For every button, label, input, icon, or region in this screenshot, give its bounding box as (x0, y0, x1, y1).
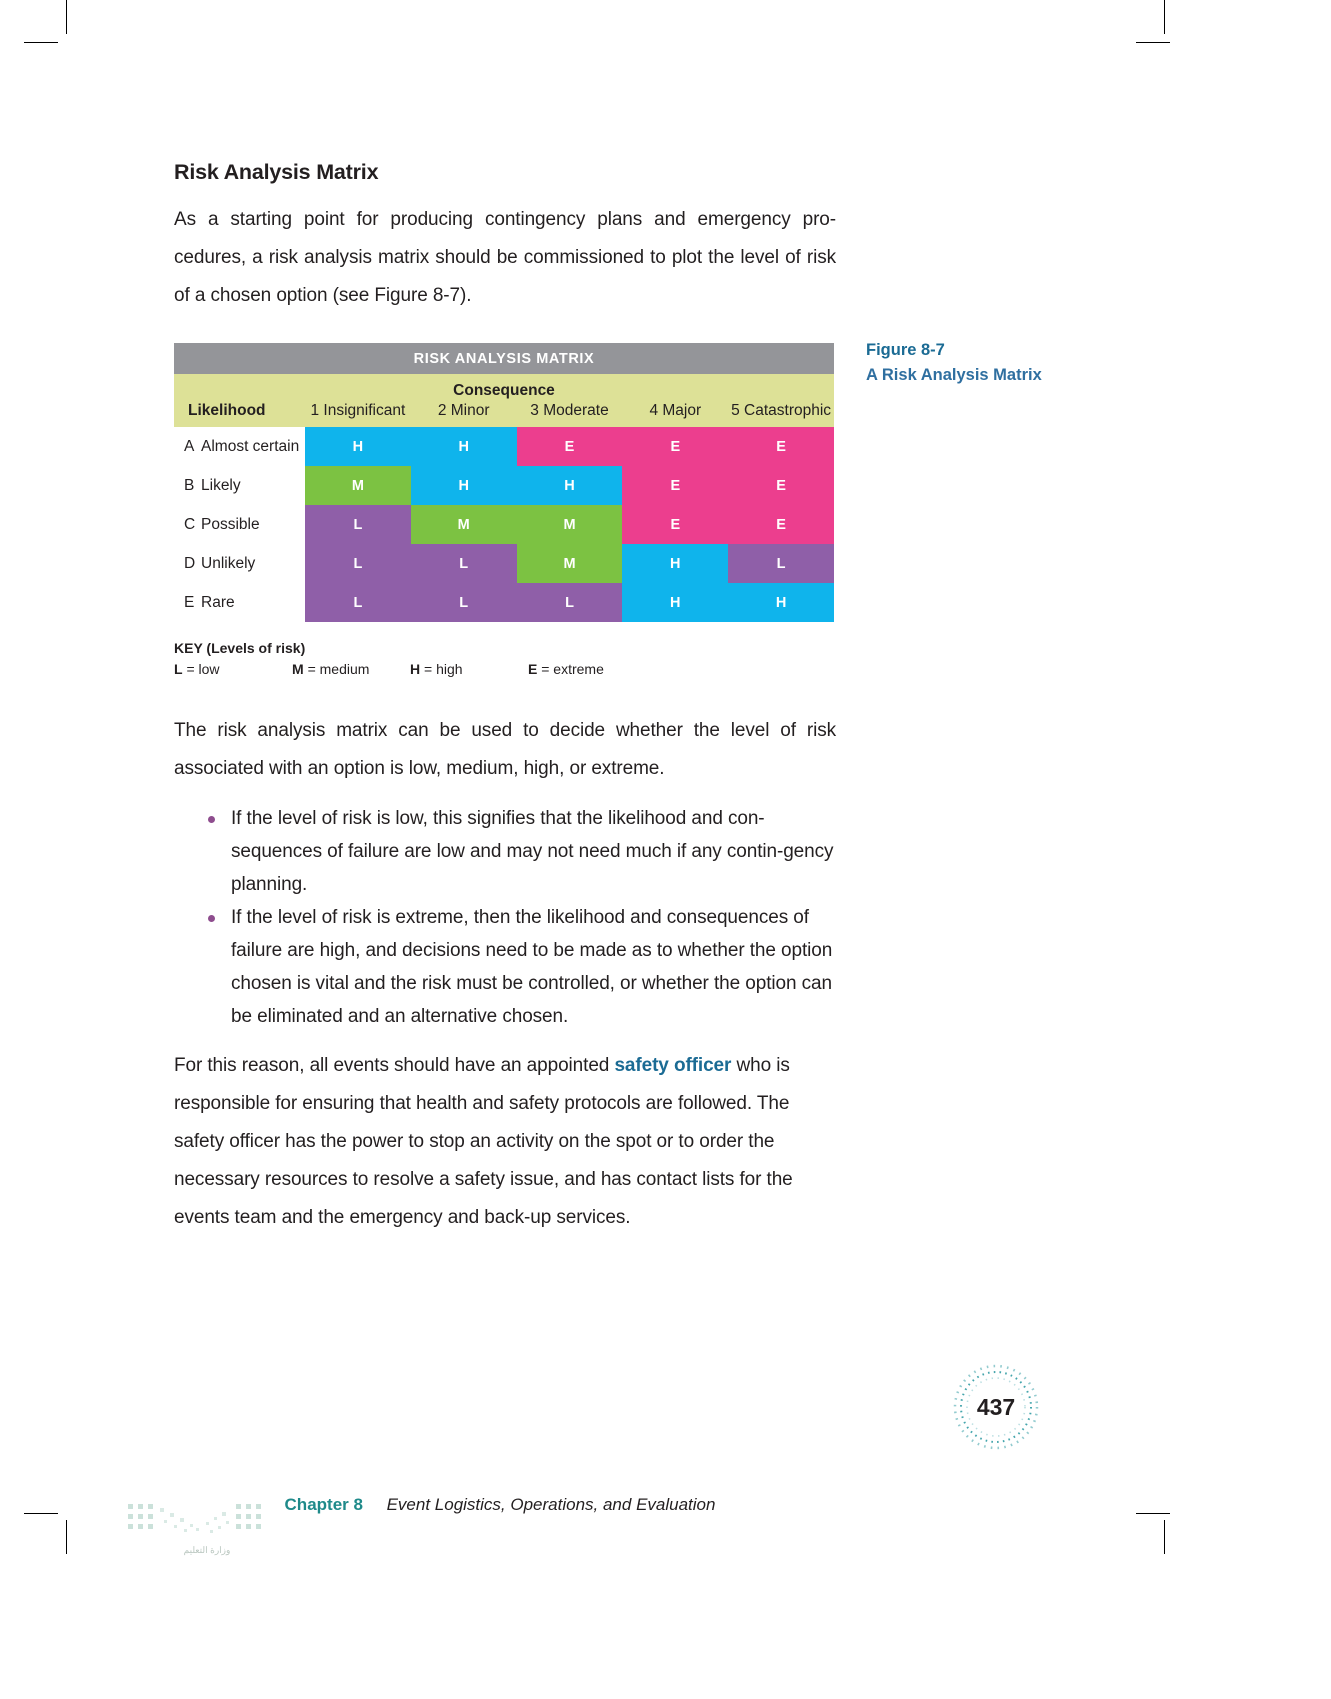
matrix-cell: H (622, 544, 729, 583)
key-text-extreme: = extreme (541, 661, 604, 677)
matrix-row-name: Almost certain (201, 437, 300, 455)
page: Risk Analysis Matrix As a starting point… (0, 0, 1331, 1699)
key-items-row: L = low M = medium H = high E = extreme (174, 661, 836, 677)
matrix-row-label: B Likely (174, 466, 305, 505)
page-footer: Chapter 8 Event Logistics, Operations, a… (0, 1495, 1331, 1555)
paragraph-text-after-keyword: who is responsible for ensuring that hea… (174, 1055, 793, 1228)
matrix-cell: H (622, 583, 729, 622)
matrix-row-label: D Unlikely (174, 544, 305, 583)
column-header-1: 1 Insignificant (310, 402, 406, 419)
key-text-medium: = medium (307, 661, 370, 677)
matrix-banner-title: RISK ANALYSIS MATRIX (174, 343, 834, 374)
risk-level-bullet-list: If the level of risk is low, this signif… (174, 802, 836, 1033)
matrix-row-letter: D (184, 554, 196, 572)
matrix-row-name: Rare (201, 593, 235, 611)
matrix-cell: E (622, 505, 729, 544)
matrix-cell: L (410, 544, 517, 583)
key-title: KEY (Levels of risk) (174, 640, 306, 656)
figure-caption: Figure 8-7 A Risk Analysis Matrix (866, 338, 1046, 388)
matrix-row-name: Unlikely (201, 554, 256, 572)
key-item-extreme: E = extreme (528, 661, 646, 677)
lower-body-block: The risk analysis matrix can be used to … (174, 712, 836, 1245)
key-symbol-low: L (174, 661, 183, 677)
matrix-column-header-row: Likelihood 1 Insignificant 2 Minor 3 Mod… (174, 402, 834, 427)
matrix-cell: L (516, 583, 623, 622)
matrix-cell: H (410, 427, 517, 466)
matrix-cell: E (516, 427, 623, 466)
matrix-row-label: A Almost certain (174, 427, 305, 466)
matrix-cell: L (728, 544, 834, 583)
column-header-3: 3 Moderate (530, 402, 609, 419)
column-header-4: 4 Major (649, 402, 702, 419)
footer-text: Chapter 8 Event Logistics, Operations, a… (0, 1495, 1000, 1515)
key-symbol-extreme: E (528, 661, 538, 677)
matrix-cell: E (622, 466, 729, 505)
matrix-cell: E (728, 427, 834, 466)
matrix-cell: H (410, 466, 517, 505)
intro-paragraph: As a starting point for producing contin… (174, 209, 836, 306)
paragraph-after-figure: The risk analysis matrix can be used to … (174, 720, 836, 779)
matrix-cell: L (305, 505, 411, 544)
figure-caption-text: A Risk Analysis Matrix (866, 366, 1042, 384)
matrix-row-label: E Rare (174, 583, 305, 622)
matrix-cell: H (305, 427, 411, 466)
matrix-row-letter: A (184, 437, 195, 455)
matrix-row-name: Likely (201, 476, 241, 494)
key-item-high: H = high (410, 661, 528, 677)
matrix-row-name: Possible (201, 515, 260, 533)
matrix-body: A Almost certain H H E E E B Likely M H H E E C Possibl… (174, 427, 834, 622)
matrix-row-letter: B (184, 476, 195, 494)
matrix-cell: M (516, 505, 623, 544)
footer-chapter-number: Chapter 8 (284, 1495, 363, 1514)
footer-chapter-title: Event Logistics, Operations, and Evaluat… (386, 1495, 716, 1514)
likelihood-axis-label: Likelihood (188, 402, 266, 419)
matrix-cell: E (622, 427, 729, 466)
consequence-axis-label: Consequence (453, 382, 555, 399)
matrix-row-label: C Possible (174, 505, 305, 544)
matrix-cell: L (410, 583, 517, 622)
risk-analysis-matrix-figure: RISK ANALYSIS MATRIX Consequence Likelih… (174, 343, 834, 622)
matrix-row: E Rare L L L H H (174, 583, 834, 622)
key-item-low: L = low (174, 661, 292, 677)
column-header-5: 5 Catastrophic (731, 402, 832, 419)
matrix-row: B Likely M H H E E (174, 466, 834, 505)
figure-number: Figure 8-7 (866, 341, 945, 359)
safety-officer-keyword: safety officer (614, 1055, 732, 1076)
matrix-cell: L (305, 544, 411, 583)
matrix-row: D Unlikely L L M H L (174, 544, 834, 583)
matrix-cell: H (728, 583, 834, 622)
page-number: 437 (976, 1393, 1016, 1420)
key-symbol-medium: M (292, 661, 304, 677)
matrix-cell: M (516, 544, 623, 583)
key-text-high: = high (424, 661, 463, 677)
matrix-cell: L (305, 583, 411, 622)
matrix-cell: H (516, 466, 623, 505)
matrix-header: Consequence Likelihood 1 Insignificant 2… (174, 374, 834, 427)
page-title: Risk Analysis Matrix (174, 160, 379, 184)
key-symbol-high: H (410, 661, 421, 677)
matrix-cell: E (728, 466, 834, 505)
column-header-2: 2 Minor (437, 402, 490, 419)
key-text-low: = low (186, 661, 220, 677)
matrix-row-letter: C (184, 515, 196, 533)
matrix-cell: M (305, 466, 411, 505)
intro-block: Risk Analysis Matrix As a starting point… (174, 160, 836, 323)
safety-officer-paragraph: For this reason, all events should have … (174, 1047, 836, 1237)
page-number-badge: 437 (952, 1363, 1040, 1451)
matrix-cell: E (728, 505, 834, 544)
list-item: If the level of risk is extreme, then th… (206, 901, 836, 1033)
matrix-cell: M (410, 505, 517, 544)
paragraph-text-before-keyword: For this reason, all events should have … (174, 1055, 615, 1076)
matrix-row: A Almost certain H H E E E (174, 427, 834, 466)
risk-key: KEY (Levels of risk) L = low M = medium … (174, 640, 836, 677)
matrix-row-letter: E (184, 593, 195, 611)
list-item: If the level of risk is low, this signif… (206, 802, 836, 901)
matrix-row: C Possible L M M E E (174, 505, 834, 544)
key-item-medium: M = medium (292, 661, 410, 677)
